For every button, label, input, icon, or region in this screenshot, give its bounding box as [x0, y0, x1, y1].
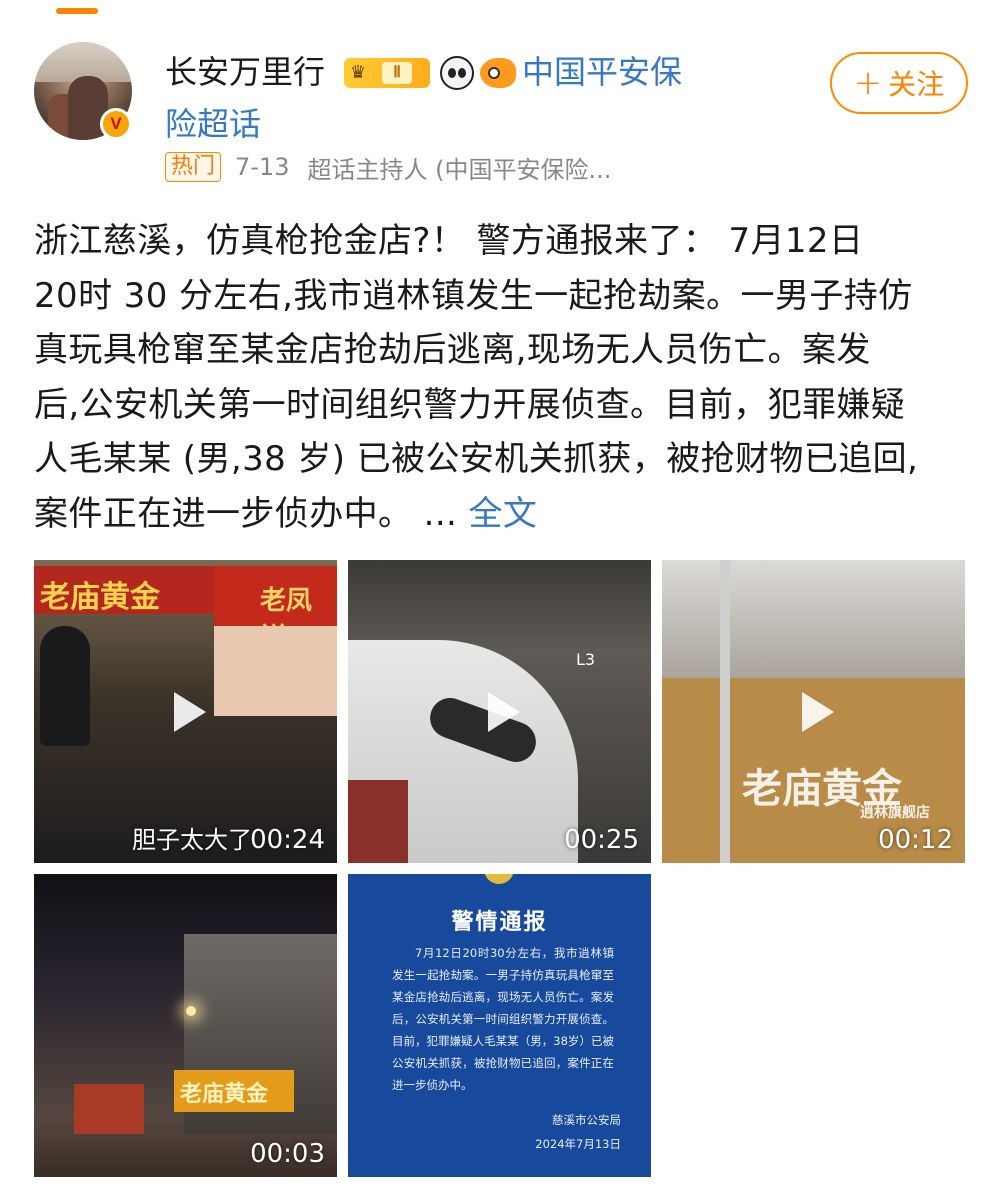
- car-detail-red: [348, 780, 408, 863]
- post-line-last: 案件正在进一步侦办中。 ... 全文: [34, 487, 974, 542]
- lane-mark: L3: [576, 650, 596, 669]
- shop-window: [214, 626, 337, 716]
- follow-label: 关注: [888, 68, 945, 101]
- follow-button[interactable]: + 关注: [830, 52, 968, 114]
- video-thumbnail-1[interactable]: 老庙黄金 老凤祥 胆子太大了 00:24: [34, 560, 337, 863]
- video-thumbnail-4[interactable]: 老庙黄金 00:03: [34, 874, 337, 1177]
- post-line: 浙江慈溪，仿真枪抢金店?！ 警方通报来了： 7月12日: [34, 221, 864, 261]
- post-line: 人毛某某 (男,38 岁) 已被公安机关抓获，被抢财物已追回,: [34, 439, 919, 479]
- store-sign-text: 老庙黄金: [40, 580, 160, 615]
- notice-body: 7月12日20时30分左右，我市逍林镇发生一起抢劫案。一男子持仿真玩具枪窜至某金…: [392, 946, 614, 1092]
- video-duration: 00:12: [878, 825, 953, 855]
- supertopic-link[interactable]: 中国平安保: [522, 52, 682, 92]
- post-line: 20时 30 分左右,我市逍林镇发生一起抢劫案。一男子持仿: [34, 275, 913, 316]
- full-text-link[interactable]: 全文: [468, 494, 537, 534]
- post-line: 案件正在进一步侦办中。 ...: [34, 493, 458, 534]
- building-facade: [662, 560, 965, 680]
- store-sign-subtext: 逍林旗舰店: [860, 805, 930, 821]
- notice-title: 警情通报: [451, 910, 548, 935]
- verified-badge-icon: V: [100, 108, 132, 140]
- plus-icon: +: [853, 63, 883, 103]
- member-level-badge[interactable]: ♛ Ⅱ: [344, 58, 430, 88]
- video-duration: 00:03: [250, 1139, 325, 1169]
- crown-icon: ♛: [350, 62, 367, 83]
- fish-icon[interactable]: [480, 58, 516, 88]
- post-line: 后,公安机关第一时间组织警力开展侦查。目前，犯罪嫌疑: [34, 384, 906, 425]
- hot-tag[interactable]: 热门: [165, 152, 222, 182]
- supertopic-link-continued[interactable]: 险超话: [165, 104, 261, 144]
- video-duration: 00:25: [564, 825, 639, 855]
- username[interactable]: 长安万里行: [165, 52, 325, 92]
- rider-silhouette: [40, 626, 90, 746]
- video-thumbnail-2[interactable]: L3 00:25: [348, 560, 651, 863]
- play-icon: [487, 691, 520, 732]
- police-notice-image[interactable]: 警情通报 7月12日20时30分左右，我市逍林镇发生一起抢劫案。一男子持仿真玩具…: [348, 874, 651, 1177]
- post-meta: 热门 7-13 超话主持人 (中国平安保险...: [165, 150, 611, 184]
- police-emblem-icon: [484, 874, 514, 884]
- post-line: 真玩具枪窜至某金店抢劫后逃离,现场无人员伤亡。案发: [34, 330, 871, 370]
- notice-date: 2024年7月13日: [535, 1137, 621, 1151]
- video-caption: 胆子太大了: [132, 826, 252, 854]
- utility-pole: [720, 560, 730, 863]
- video-duration: 00:24: [250, 825, 325, 855]
- post-date: 7-13: [235, 153, 290, 181]
- panda-icon[interactable]: [440, 56, 474, 90]
- store-sign-text: 老庙黄金: [180, 1081, 269, 1107]
- neon-sign: [74, 1084, 144, 1134]
- post-body: 浙江慈溪，仿真枪抢金店?！ 警方通报来了： 7月12日 20时 30 分左右,我…: [34, 214, 974, 541]
- play-icon: [801, 691, 834, 732]
- notice-org: 慈溪市公安局: [552, 1113, 621, 1127]
- street-light: [186, 1006, 196, 1016]
- play-icon: [173, 691, 206, 732]
- post-source[interactable]: 超话主持人 (中国平安保险...: [307, 150, 611, 185]
- video-thumbnail-3[interactable]: 老庙黄金 逍林旗舰店 00:12: [662, 560, 965, 863]
- level-number: Ⅱ: [382, 62, 412, 84]
- top-accent-bar: [56, 8, 98, 14]
